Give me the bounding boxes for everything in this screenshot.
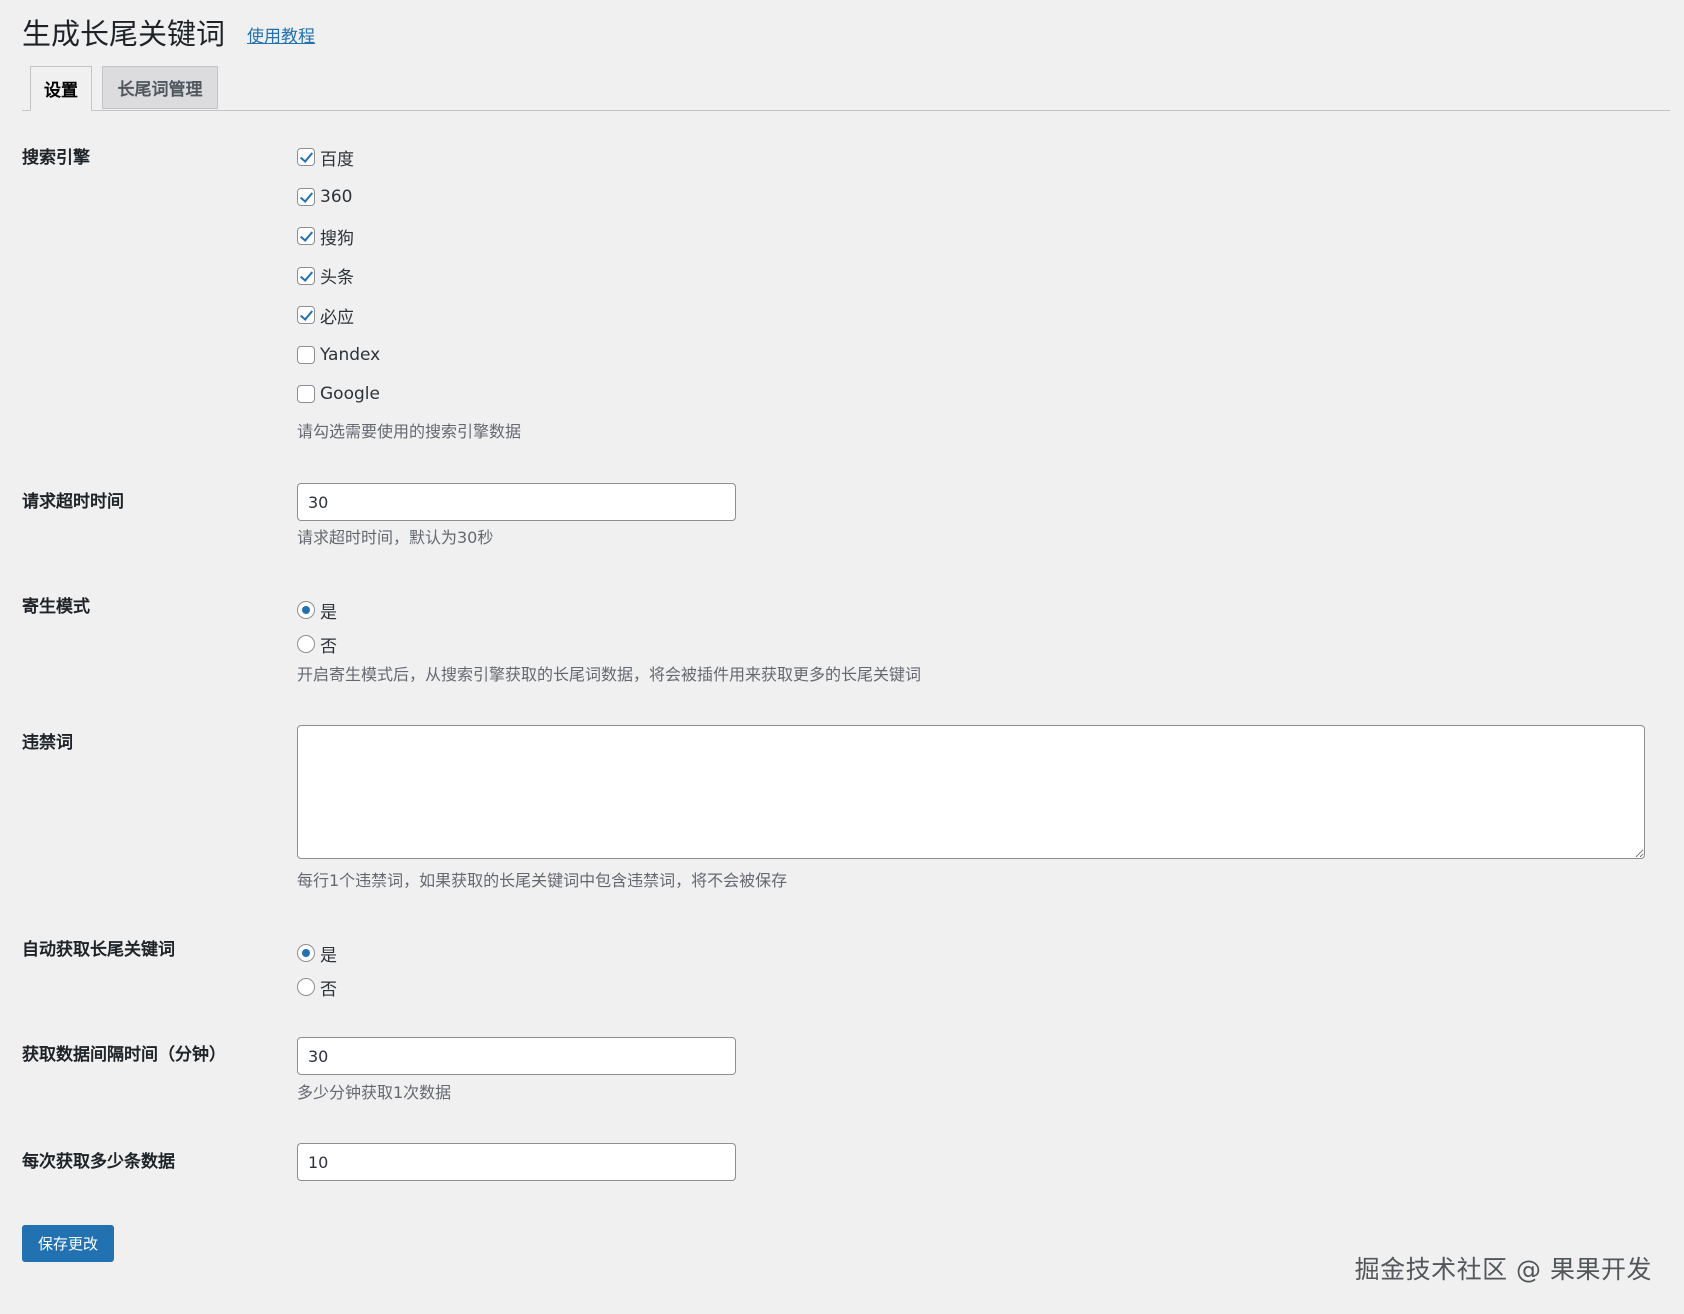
auto-fetch-field-no: 否 xyxy=(297,976,337,1000)
search-engines-field: 百度 360 搜狗 头条 必应 Yandex Google xyxy=(297,146,380,423)
parasite-mode-label: 寄生模式 xyxy=(22,597,90,617)
timeout-input[interactable] xyxy=(297,483,736,521)
checkbox-item-baidu[interactable]: 百度 xyxy=(297,146,380,170)
auto-fetch-no[interactable]: 否 xyxy=(297,976,337,1000)
interval-description: 多少分钟获取1次数据 xyxy=(297,1083,452,1102)
page-header: 生成长尾关键词 使用教程 xyxy=(22,14,315,54)
checkbox-item-bing[interactable]: 必应 xyxy=(297,304,380,328)
baidu-checkbox[interactable] xyxy=(297,148,315,166)
auto-fetch-field-yes: 是 xyxy=(297,942,337,966)
timeout-description: 请求超时时间，默认为30秒 xyxy=(297,528,494,547)
save-button[interactable]: 保存更改 xyxy=(22,1225,114,1262)
google-checkbox[interactable] xyxy=(297,385,315,403)
page-title: 生成长尾关键词 xyxy=(22,17,226,51)
checkbox-item-toutiao[interactable]: 头条 xyxy=(297,265,380,288)
checkbox-label: Google xyxy=(320,384,380,404)
checkbox-label: 360 xyxy=(320,186,353,207)
checkbox-label: 搜狗 xyxy=(320,228,354,249)
toutiao-checkbox[interactable] xyxy=(297,266,315,285)
tutorial-link[interactable]: 使用教程 xyxy=(247,17,315,57)
checkbox-label: Yandex xyxy=(320,344,381,365)
radio-label: 否 xyxy=(320,979,337,1000)
auto-fetch-yes-radio[interactable] xyxy=(297,944,315,962)
tab-longtail-management[interactable]: 长尾词管理 xyxy=(102,66,218,109)
parasite-mode-field: 是 xyxy=(297,599,337,623)
search-engines-label: 搜索引擎 xyxy=(22,148,90,168)
watermark: 掘金技术社区 @ 果果开发 xyxy=(1354,1255,1652,1284)
checkbox-label: 头条 xyxy=(320,268,354,288)
sogou-checkbox[interactable] xyxy=(297,227,315,245)
parasite-mode-field-no: 否 xyxy=(297,633,337,657)
per-fetch-label: 每次获取多少条数据 xyxy=(22,1152,175,1172)
360-checkbox[interactable] xyxy=(297,187,315,206)
checkbox-item-sogou[interactable]: 搜狗 xyxy=(297,225,380,249)
yandex-checkbox[interactable] xyxy=(297,345,315,364)
checkbox-label: 必应 xyxy=(320,307,354,328)
checkbox-item-google[interactable]: Google xyxy=(297,383,380,405)
parasite-yes-radio[interactable] xyxy=(297,601,315,619)
interval-label: 获取数据间隔时间（分钟） xyxy=(22,1045,226,1065)
checkbox-item-360[interactable]: 360 xyxy=(297,186,380,208)
auto-fetch-yes[interactable]: 是 xyxy=(297,942,337,966)
checkbox-label: 百度 xyxy=(320,149,354,170)
banned-words-label: 违禁词 xyxy=(22,733,73,753)
auto-fetch-label: 自动获取长尾关键词 xyxy=(22,940,175,960)
auto-fetch-no-radio[interactable] xyxy=(297,978,315,996)
parasite-mode-description: 开启寄生模式后，从搜索引擎获取的长尾词数据，将会被插件用来获取更多的长尾关键词 xyxy=(297,665,922,684)
timeout-label: 请求超时时间 xyxy=(22,492,124,512)
parasite-no-radio[interactable] xyxy=(297,635,315,653)
banned-words-textarea[interactable] xyxy=(297,725,1645,859)
interval-input[interactable] xyxy=(297,1037,736,1075)
tab-bar: 设置 长尾词管理 xyxy=(22,66,1670,111)
checkbox-item-yandex[interactable]: Yandex xyxy=(297,344,380,366)
parasite-mode-yes[interactable]: 是 xyxy=(297,599,337,623)
per-fetch-input[interactable] xyxy=(297,1143,736,1181)
search-engines-description: 请勾选需要使用的搜索引擎数据 xyxy=(297,422,522,441)
radio-label: 否 xyxy=(320,636,337,657)
banned-words-description: 每行1个违禁词，如果获取的长尾关键词中包含违禁词，将不会被保存 xyxy=(297,871,788,890)
parasite-mode-no[interactable]: 否 xyxy=(297,633,337,657)
radio-label: 是 xyxy=(320,945,337,966)
radio-label: 是 xyxy=(320,602,337,623)
bing-checkbox[interactable] xyxy=(297,306,315,324)
tab-settings[interactable]: 设置 xyxy=(30,66,92,111)
